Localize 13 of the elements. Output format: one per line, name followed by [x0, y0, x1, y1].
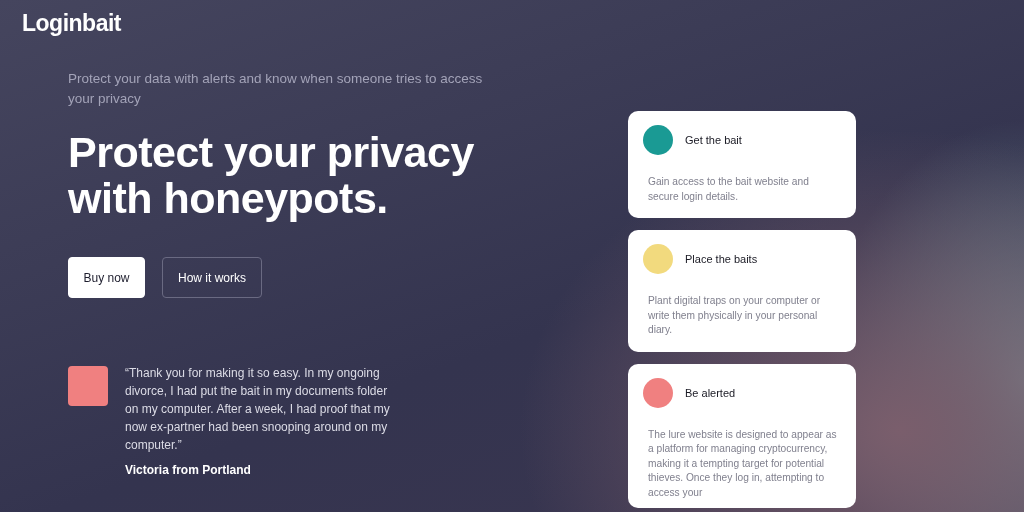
step-title: Get the bait	[685, 134, 742, 146]
step-description: The lure website is designed to appear as a platform for managing cryptocurrency, making it a tempting target for potential thieves. Once they log in, attempting to access your	[648, 427, 838, 500]
step-title: Be alerted	[685, 386, 736, 399]
step-description: Plant digital traps on your computer or write them physically in your personal diary.	[648, 294, 822, 337]
buy-button[interactable]: Buy now	[68, 257, 145, 298]
step-title: Place the baits	[685, 253, 758, 265]
logo: Loginbait	[22, 10, 121, 37]
testimonial-author: Victoria from Portland	[125, 463, 252, 477]
step-description: Gain access to the bait website and secure login details.	[648, 175, 810, 204]
testimonial-quote: “Thank you for making it so easy. In my ongoing divorce, I had put the bait in my documents folder on my computer. After a week, I had proof that my now ex-partner had been snooping around on my computer.”	[125, 365, 391, 454]
hero-heading: Protect your privacy with honeypots.	[68, 129, 475, 221]
how-it-works-button[interactable]: How it works	[162, 257, 262, 298]
subtitle: Protect your data with alerts and know when someone tries to access your privacy	[68, 70, 484, 108]
